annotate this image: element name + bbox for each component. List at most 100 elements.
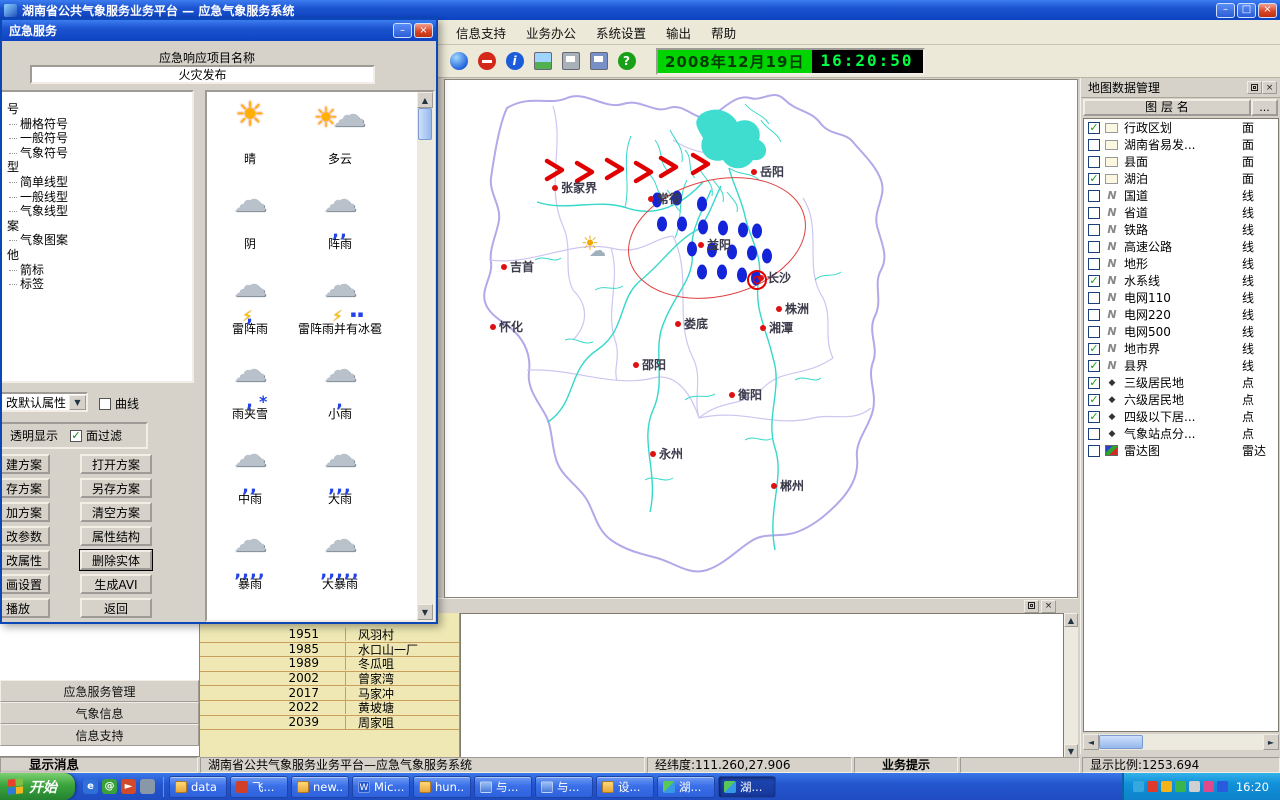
tree-item-2[interactable]: 一般符号 xyxy=(0,131,192,146)
tree-item-1[interactable]: 栅格符号 xyxy=(0,117,192,132)
rain-drop-symbol-2[interactable] xyxy=(697,197,707,212)
layer-checkbox[interactable]: ✓ xyxy=(1088,377,1100,389)
dialog-button-3-left[interactable]: 改参数 xyxy=(0,526,50,546)
tray-icon-3[interactable] xyxy=(1161,781,1172,792)
taskbar-item-0[interactable]: data xyxy=(169,776,227,798)
sidebar-button-0[interactable]: 应急服务管理 xyxy=(0,680,199,702)
message-vscrollbar[interactable]: ▲ ▼ xyxy=(1064,613,1078,758)
weather-item-5[interactable]: ☁⚡▪▪雷阵雨并有冰雹 xyxy=(287,272,393,357)
dialog-button-0-left[interactable]: 建方案 xyxy=(0,454,50,474)
taskbar-item-7[interactable]: 设... xyxy=(596,776,654,798)
layer-row-2[interactable]: 县面面 xyxy=(1084,153,1278,170)
layer-row-16[interactable]: ✓◆六级居民地点 xyxy=(1084,391,1278,408)
taskbar-item-4[interactable]: hun... xyxy=(413,776,471,798)
weather-item-11[interactable]: ☁,,,,,大暴雨 xyxy=(287,527,393,612)
layer-checkbox[interactable] xyxy=(1088,258,1100,270)
rain-drop-symbol-17[interactable] xyxy=(752,224,762,239)
layer-checkbox[interactable] xyxy=(1088,224,1100,236)
dialog-button-0-right[interactable]: 打开方案 xyxy=(80,454,152,474)
weather-item-9[interactable]: ☁,,,大雨 xyxy=(287,442,393,527)
dialog-button-5-right[interactable]: 生成AVI xyxy=(80,574,152,594)
chevron-down-icon[interactable]: ▼ xyxy=(69,395,86,410)
menu-item-0[interactable]: 信息支持 xyxy=(446,20,516,45)
dialog-button-1-left[interactable]: 存方案 xyxy=(0,478,50,498)
weather-scrollbar[interactable]: ▲ ▼ xyxy=(417,92,433,620)
tree-item-10[interactable]: 他 xyxy=(0,248,192,263)
taskbar-item-5[interactable]: 与... xyxy=(474,776,532,798)
show-desktop-icon[interactable] xyxy=(140,779,155,794)
layer-row-9[interactable]: ✓N水系线线 xyxy=(1084,272,1278,289)
weather-item-2[interactable]: ☁阴 xyxy=(213,187,287,272)
print-button[interactable] xyxy=(558,49,583,74)
rain-drop-symbol-14[interactable] xyxy=(737,268,747,283)
tray-icon-1[interactable] xyxy=(1133,781,1144,792)
scroll-right-button[interactable]: ► xyxy=(1263,734,1279,750)
weather-item-7[interactable]: ☁,小雨 xyxy=(287,357,393,442)
menu-item-4[interactable]: 帮助 xyxy=(701,20,746,45)
taskbar-item-8[interactable]: 湖... xyxy=(657,776,715,798)
face-filter-checkbox[interactable]: ✓ 面过滤 xyxy=(70,427,122,444)
start-button[interactable]: 开始 xyxy=(0,773,75,800)
table-row-6[interactable]: 2039周家咀 xyxy=(200,716,459,731)
taskbar-item-2[interactable]: new... xyxy=(291,776,349,798)
dialog-close-button[interactable]: × xyxy=(414,23,433,38)
scroll-up-button[interactable]: ▲ xyxy=(1064,613,1078,627)
table-row-2[interactable]: 1989冬瓜咀 xyxy=(200,657,459,672)
scroll-down-button[interactable]: ▼ xyxy=(1064,744,1078,758)
layer-row-8[interactable]: N地形线 xyxy=(1084,255,1278,272)
dialog-minimize-button[interactable]: – xyxy=(393,23,412,38)
tray-icon-4[interactable] xyxy=(1175,781,1186,792)
dialog-button-1-right[interactable]: 另存方案 xyxy=(80,478,152,498)
tray-icon-5[interactable] xyxy=(1189,781,1200,792)
dialog-button-6-right[interactable]: 返回 xyxy=(80,598,152,618)
layer-more-button[interactable]: ... xyxy=(1251,99,1278,116)
rain-drop-symbol-6[interactable] xyxy=(718,221,728,236)
rain-drop-symbol-5[interactable] xyxy=(698,220,708,235)
dialog-button-4-left[interactable]: 改属性 xyxy=(0,550,50,570)
weather-item-4[interactable]: ☁⚡,雷阵雨 xyxy=(213,272,287,357)
layer-row-10[interactable]: N电网110线 xyxy=(1084,289,1278,306)
sidebar-button-2[interactable]: 信息支持 xyxy=(0,724,199,746)
scroll-thumb[interactable] xyxy=(1099,735,1143,749)
tree-item-9[interactable]: 气象图案 xyxy=(0,233,192,248)
panel-pin-button[interactable] xyxy=(1247,81,1262,94)
image-button[interactable] xyxy=(530,49,555,74)
layer-checkbox[interactable] xyxy=(1088,156,1100,168)
layer-row-4[interactable]: N国道线 xyxy=(1084,187,1278,204)
layer-checkbox[interactable]: ✓ xyxy=(1088,173,1100,185)
layer-checkbox[interactable] xyxy=(1088,445,1100,457)
dialog-button-4-right[interactable]: 删除实体 xyxy=(80,550,152,570)
tree-item-3[interactable]: 气象符号 xyxy=(0,146,192,161)
layer-row-13[interactable]: ✓N地市界线 xyxy=(1084,340,1278,357)
layer-row-7[interactable]: N高速公路线 xyxy=(1084,238,1278,255)
weather-item-8[interactable]: ☁,,中雨 xyxy=(213,442,287,527)
layer-row-1[interactable]: 湖南省易发...面 xyxy=(1084,136,1278,153)
tree-item-5[interactable]: 简单线型 xyxy=(0,175,192,190)
taskbar-item-1[interactable]: 飞... xyxy=(230,776,288,798)
table-row-5[interactable]: 2022黄坡塘 xyxy=(200,701,459,716)
sidebar-button-1[interactable]: 气象信息 xyxy=(0,702,199,724)
taskbar-item-3[interactable]: WMic... xyxy=(352,776,410,798)
help-button[interactable]: ? xyxy=(614,49,639,74)
dialog-button-6-left[interactable]: 播放 xyxy=(0,598,50,618)
weather-item-10[interactable]: ☁,,,,暴雨 xyxy=(213,527,287,612)
layer-checkbox[interactable] xyxy=(1088,292,1100,304)
menu-item-2[interactable]: 系统设置 xyxy=(586,20,656,45)
scroll-left-button[interactable]: ◄ xyxy=(1083,734,1099,750)
layer-checkbox[interactable]: ✓ xyxy=(1088,360,1100,372)
menu-item-1[interactable]: 业务办公 xyxy=(516,20,586,45)
tree-item-7[interactable]: 气象线型 xyxy=(0,204,192,219)
layer-row-15[interactable]: ✓◆三级居民地点 xyxy=(1084,374,1278,391)
table-row-3[interactable]: 2002曾家湾 xyxy=(200,672,459,687)
layer-row-19[interactable]: 雷达图雷达 xyxy=(1084,442,1278,459)
rain-drop-symbol-13[interactable] xyxy=(717,265,727,280)
tree-item-8[interactable]: 案 xyxy=(0,219,192,234)
layer-row-11[interactable]: N电网220线 xyxy=(1084,306,1278,323)
rain-drop-symbol-4[interactable] xyxy=(677,217,687,232)
info-button[interactable]: i xyxy=(502,49,527,74)
table-row-1[interactable]: 1985水口山一厂 xyxy=(200,643,459,658)
layer-checkbox[interactable] xyxy=(1088,241,1100,253)
weather-item-6[interactable]: ☁,*雨夹雪 xyxy=(213,357,287,442)
message-close-button[interactable]: × xyxy=(1041,600,1056,613)
ie-icon[interactable]: e xyxy=(83,779,98,794)
